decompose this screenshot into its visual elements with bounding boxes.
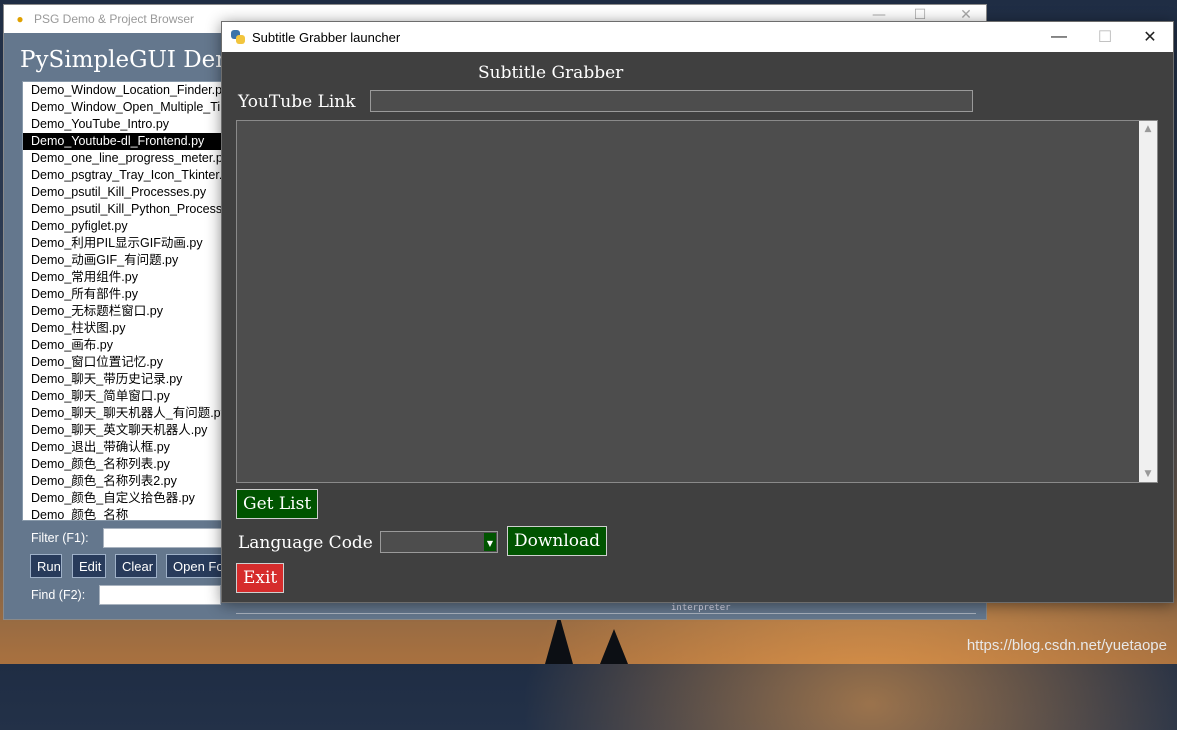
list-item[interactable]: Demo_画布.py: [23, 337, 228, 354]
find-label: Find (F2):: [31, 588, 86, 602]
window-title: PSG Demo & Project Browser: [34, 12, 195, 26]
chevron-down-icon[interactable]: ▼: [484, 533, 496, 551]
youtube-link-label: YouTube Link: [238, 92, 356, 112]
watermark: https://blog.csdn.net/yuetaope: [966, 637, 1167, 654]
list-item[interactable]: Demo_聊天_英文聊天机器人.py: [23, 422, 228, 439]
list-item[interactable]: Demo_利用PIL显示GIF动画.py: [23, 235, 228, 252]
open-folder-button[interactable]: Open Folder: [166, 554, 222, 578]
download-button[interactable]: Download: [507, 526, 608, 556]
interpreter-label: interpreter: [671, 603, 731, 613]
list-item[interactable]: Demo_动画GIF_有问题.py: [23, 252, 228, 269]
find-input[interactable]: [99, 585, 221, 605]
list-item[interactable]: Demo_YouTube_Intro.py: [23, 116, 228, 133]
youtube-link-input[interactable]: [370, 90, 973, 112]
python-icon: [230, 29, 246, 45]
list-item[interactable]: Demo_聊天_带历史记录.py: [23, 371, 228, 388]
list-item[interactable]: Demo_颜色_自定义拾色器.py: [23, 490, 228, 507]
scroll-up-icon[interactable]: ▲: [1139, 121, 1157, 137]
title-bar[interactable]: Subtitle Grabber launcher — ☐ ✕: [222, 22, 1173, 52]
exit-button[interactable]: Exit: [236, 563, 285, 593]
language-code-label: Language Code: [238, 533, 373, 553]
page-title: Subtitle Grabber: [478, 63, 624, 83]
list-item[interactable]: Demo_psutil_Kill_Python_Processes.py: [23, 201, 228, 218]
get-list-button[interactable]: Get List: [236, 489, 319, 519]
filter-label: Filter (F1):: [31, 531, 89, 545]
list-item[interactable]: Demo_psutil_Kill_Processes.py: [23, 184, 228, 201]
output-textarea[interactable]: ▲ ▼: [236, 120, 1158, 483]
list-item[interactable]: Demo_one_line_progress_meter.py: [23, 150, 228, 167]
frame-divider: [236, 613, 976, 614]
list-item[interactable]: Demo_退出_带确认框.py: [23, 439, 228, 456]
language-code-combo[interactable]: ▼: [380, 531, 498, 553]
scroll-down-icon[interactable]: ▼: [1139, 466, 1157, 482]
list-item[interactable]: Demo_窗口位置记忆.py: [23, 354, 228, 371]
page-heading: PySimpleGUI Demo: [20, 47, 251, 73]
maximize-button[interactable]: ☐: [1082, 22, 1128, 52]
list-item[interactable]: Demo_聊天_简单窗口.py: [23, 388, 228, 405]
list-item[interactable]: Demo_Window_Open_Multiple_Times.py: [23, 99, 228, 116]
minimize-button[interactable]: —: [1036, 22, 1082, 52]
run-button[interactable]: Run: [30, 554, 62, 578]
list-item[interactable]: Demo_无标题栏窗口.py: [23, 303, 228, 320]
window-title: Subtitle Grabber launcher: [252, 29, 401, 45]
list-item[interactable]: Demo_所有部件.py: [23, 286, 228, 303]
demo-file-list[interactable]: Demo_Window_Location_Finder.py Demo_Windo…: [22, 81, 229, 521]
list-item[interactable]: Demo_常用组件.py: [23, 269, 228, 286]
list-item[interactable]: Demo_psgtray_Tray_Icon_Tkinter.py: [23, 167, 228, 184]
filter-input[interactable]: [103, 528, 225, 548]
list-item[interactable]: Demo_聊天_聊天机器人_有问题.py: [23, 405, 228, 422]
tree-silhouette: [600, 629, 628, 664]
tree-silhouette: [545, 614, 573, 664]
list-item[interactable]: Demo_柱状图.py: [23, 320, 228, 337]
vertical-scrollbar[interactable]: ▲ ▼: [1139, 121, 1157, 482]
edit-button[interactable]: Edit: [72, 554, 106, 578]
list-item[interactable]: Demo_颜色_名称: [23, 507, 228, 520]
list-item[interactable]: Demo_Window_Location_Finder.py: [23, 82, 228, 99]
subtitle-grabber-window[interactable]: Subtitle Grabber launcher — ☐ ✕ Subtitle…: [221, 21, 1174, 603]
clear-button[interactable]: Clear: [115, 554, 157, 578]
list-item[interactable]: Demo_颜色_名称列表.py: [23, 456, 228, 473]
list-item[interactable]: Demo_pyfiglet.py: [23, 218, 228, 235]
lightbulb-icon: ●: [16, 12, 24, 26]
list-item[interactable]: Demo_Youtube-dl_Frontend.py: [23, 133, 228, 150]
list-item[interactable]: Demo_颜色_名称列表2.py: [23, 473, 228, 490]
close-button[interactable]: ✕: [1127, 22, 1173, 52]
